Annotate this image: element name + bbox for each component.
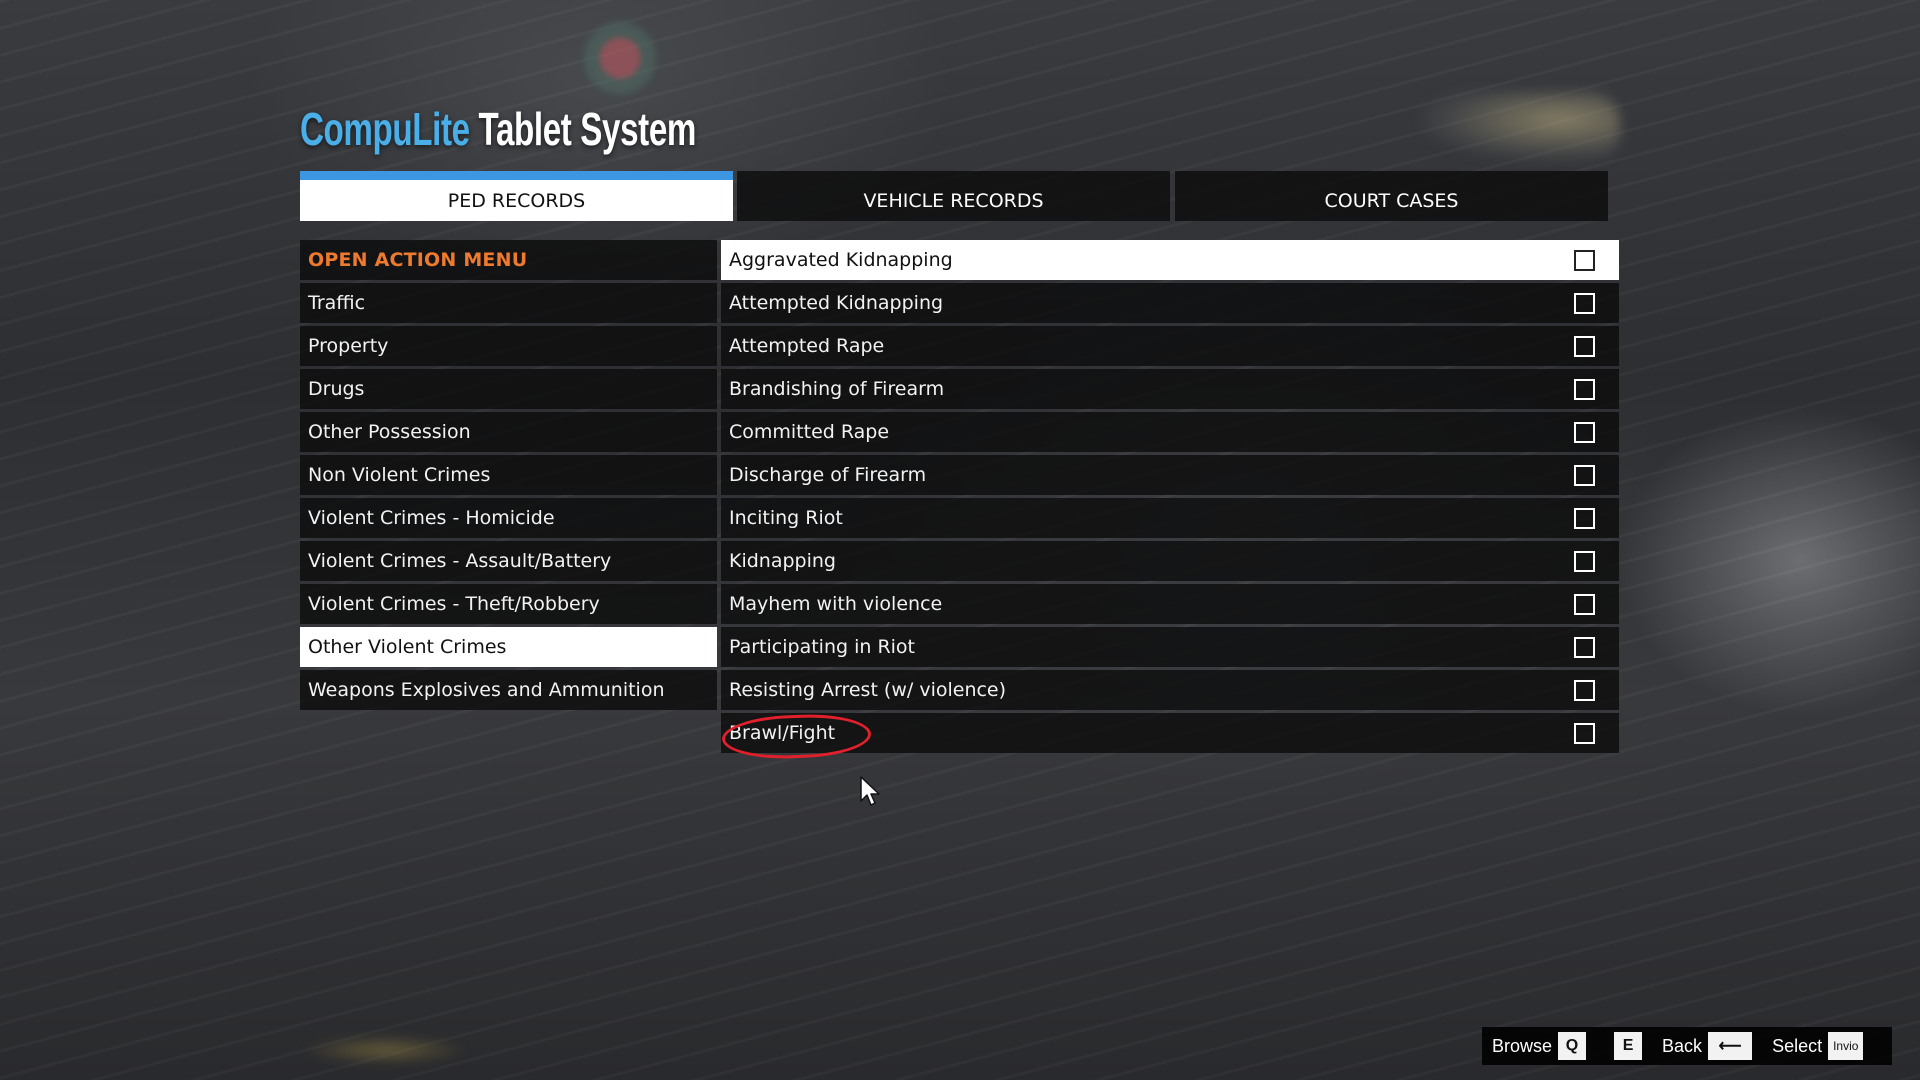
crime-checkbox[interactable]	[1574, 422, 1595, 443]
crime-label: Discharge of Firearm	[729, 464, 927, 486]
browse-hint-label: Browse	[1492, 1035, 1553, 1056]
crime-row[interactable]: Aggravated Kidnapping	[721, 240, 1619, 280]
category-other-possession[interactable]: Other Possession	[300, 412, 717, 452]
crime-checkbox[interactable]	[1574, 680, 1595, 701]
category-violent-assault-battery[interactable]: Violent Crimes - Assault/Battery	[300, 541, 717, 581]
crime-checkbox[interactable]	[1574, 250, 1595, 271]
crime-label: Mayhem with violence	[729, 593, 943, 615]
crime-checkbox[interactable]	[1574, 723, 1595, 744]
tab-vehicle-records[interactable]: VEHICLE RECORDS	[737, 171, 1170, 221]
category-drugs[interactable]: Drugs	[300, 369, 717, 409]
crime-checkbox[interactable]	[1574, 465, 1595, 486]
game-background	[0, 0, 1920, 1080]
crime-label: Attempted Rape	[729, 335, 885, 357]
crime-checkbox[interactable]	[1574, 336, 1595, 357]
crime-label: Committed Rape	[729, 421, 890, 443]
crime-label: Brandishing of Firearm	[729, 378, 945, 400]
crime-checkbox[interactable]	[1574, 508, 1595, 529]
crime-row[interactable]: Attempted Rape	[721, 326, 1619, 366]
crime-row[interactable]: Resisting Arrest (w/ violence)	[721, 670, 1619, 710]
blurred-badge	[1420, 92, 1620, 162]
mouse-cursor-icon	[860, 776, 880, 806]
crime-label: Attempted Kidnapping	[729, 292, 944, 314]
crime-row[interactable]: Committed Rape	[721, 412, 1619, 452]
e-key-icon: E	[1614, 1032, 1643, 1060]
crime-row[interactable]: Discharge of Firearm	[721, 455, 1619, 495]
crime-row[interactable]: Mayhem with violence	[721, 584, 1619, 624]
crime-label: Kidnapping	[729, 550, 836, 572]
crime-checkbox[interactable]	[1574, 551, 1595, 572]
q-key-icon: Q	[1558, 1032, 1587, 1060]
open-action-menu-item[interactable]: OPEN ACTION MENU	[300, 240, 717, 280]
crime-checkbox[interactable]	[1574, 594, 1595, 615]
tab-ped-records[interactable]: PED RECORDS	[300, 171, 733, 221]
crime-label: Inciting Riot	[729, 507, 843, 529]
category-violent-theft-robbery[interactable]: Violent Crimes - Theft/Robbery	[300, 584, 717, 624]
blurred-watermark	[300, 1035, 470, 1065]
category-other-violent-crimes[interactable]: Other Violent Crimes	[300, 627, 717, 667]
category-violent-homicide[interactable]: Violent Crimes - Homicide	[300, 498, 717, 538]
category-traffic[interactable]: Traffic	[300, 283, 717, 323]
app-title-rest: Tablet System	[478, 103, 697, 155]
control-hints-bar: Browse Q E Back ⟵ Select Invio	[1482, 1027, 1892, 1065]
tab-court-cases[interactable]: COURT CASES	[1175, 171, 1608, 221]
crime-row[interactable]: Brandishing of Firearm	[721, 369, 1619, 409]
app-title-brand: CompuLite	[300, 103, 470, 155]
crime-row[interactable]: Participating in Riot	[721, 627, 1619, 667]
background-sign	[580, 18, 660, 98]
crime-row[interactable]: Inciting Riot	[721, 498, 1619, 538]
back-hint-label: Back	[1662, 1035, 1703, 1056]
select-hint-label: Select	[1772, 1035, 1823, 1056]
app-title: CompuLite Tablet System	[300, 102, 696, 166]
category-non-violent-crimes[interactable]: Non Violent Crimes	[300, 455, 717, 495]
category-weapons-explosives[interactable]: Weapons Explosives and Ammunition	[300, 670, 717, 710]
category-property[interactable]: Property	[300, 326, 717, 366]
crime-row[interactable]: Kidnapping	[721, 541, 1619, 581]
crime-checkbox[interactable]	[1574, 293, 1595, 314]
crime-checkbox[interactable]	[1574, 637, 1595, 658]
tab-bar: PED RECORDS VEHICLE RECORDS COURT CASES	[300, 171, 1608, 221]
crime-checkbox[interactable]	[1574, 379, 1595, 400]
crime-label: Resisting Arrest (w/ violence)	[729, 679, 1007, 701]
crime-label: Aggravated Kidnapping	[729, 249, 953, 271]
enter-key-icon: Invio	[1828, 1032, 1864, 1060]
backspace-key-icon: ⟵	[1708, 1032, 1753, 1060]
crime-label: Participating in Riot	[729, 636, 916, 658]
crime-row[interactable]: Attempted Kidnapping	[721, 283, 1619, 323]
